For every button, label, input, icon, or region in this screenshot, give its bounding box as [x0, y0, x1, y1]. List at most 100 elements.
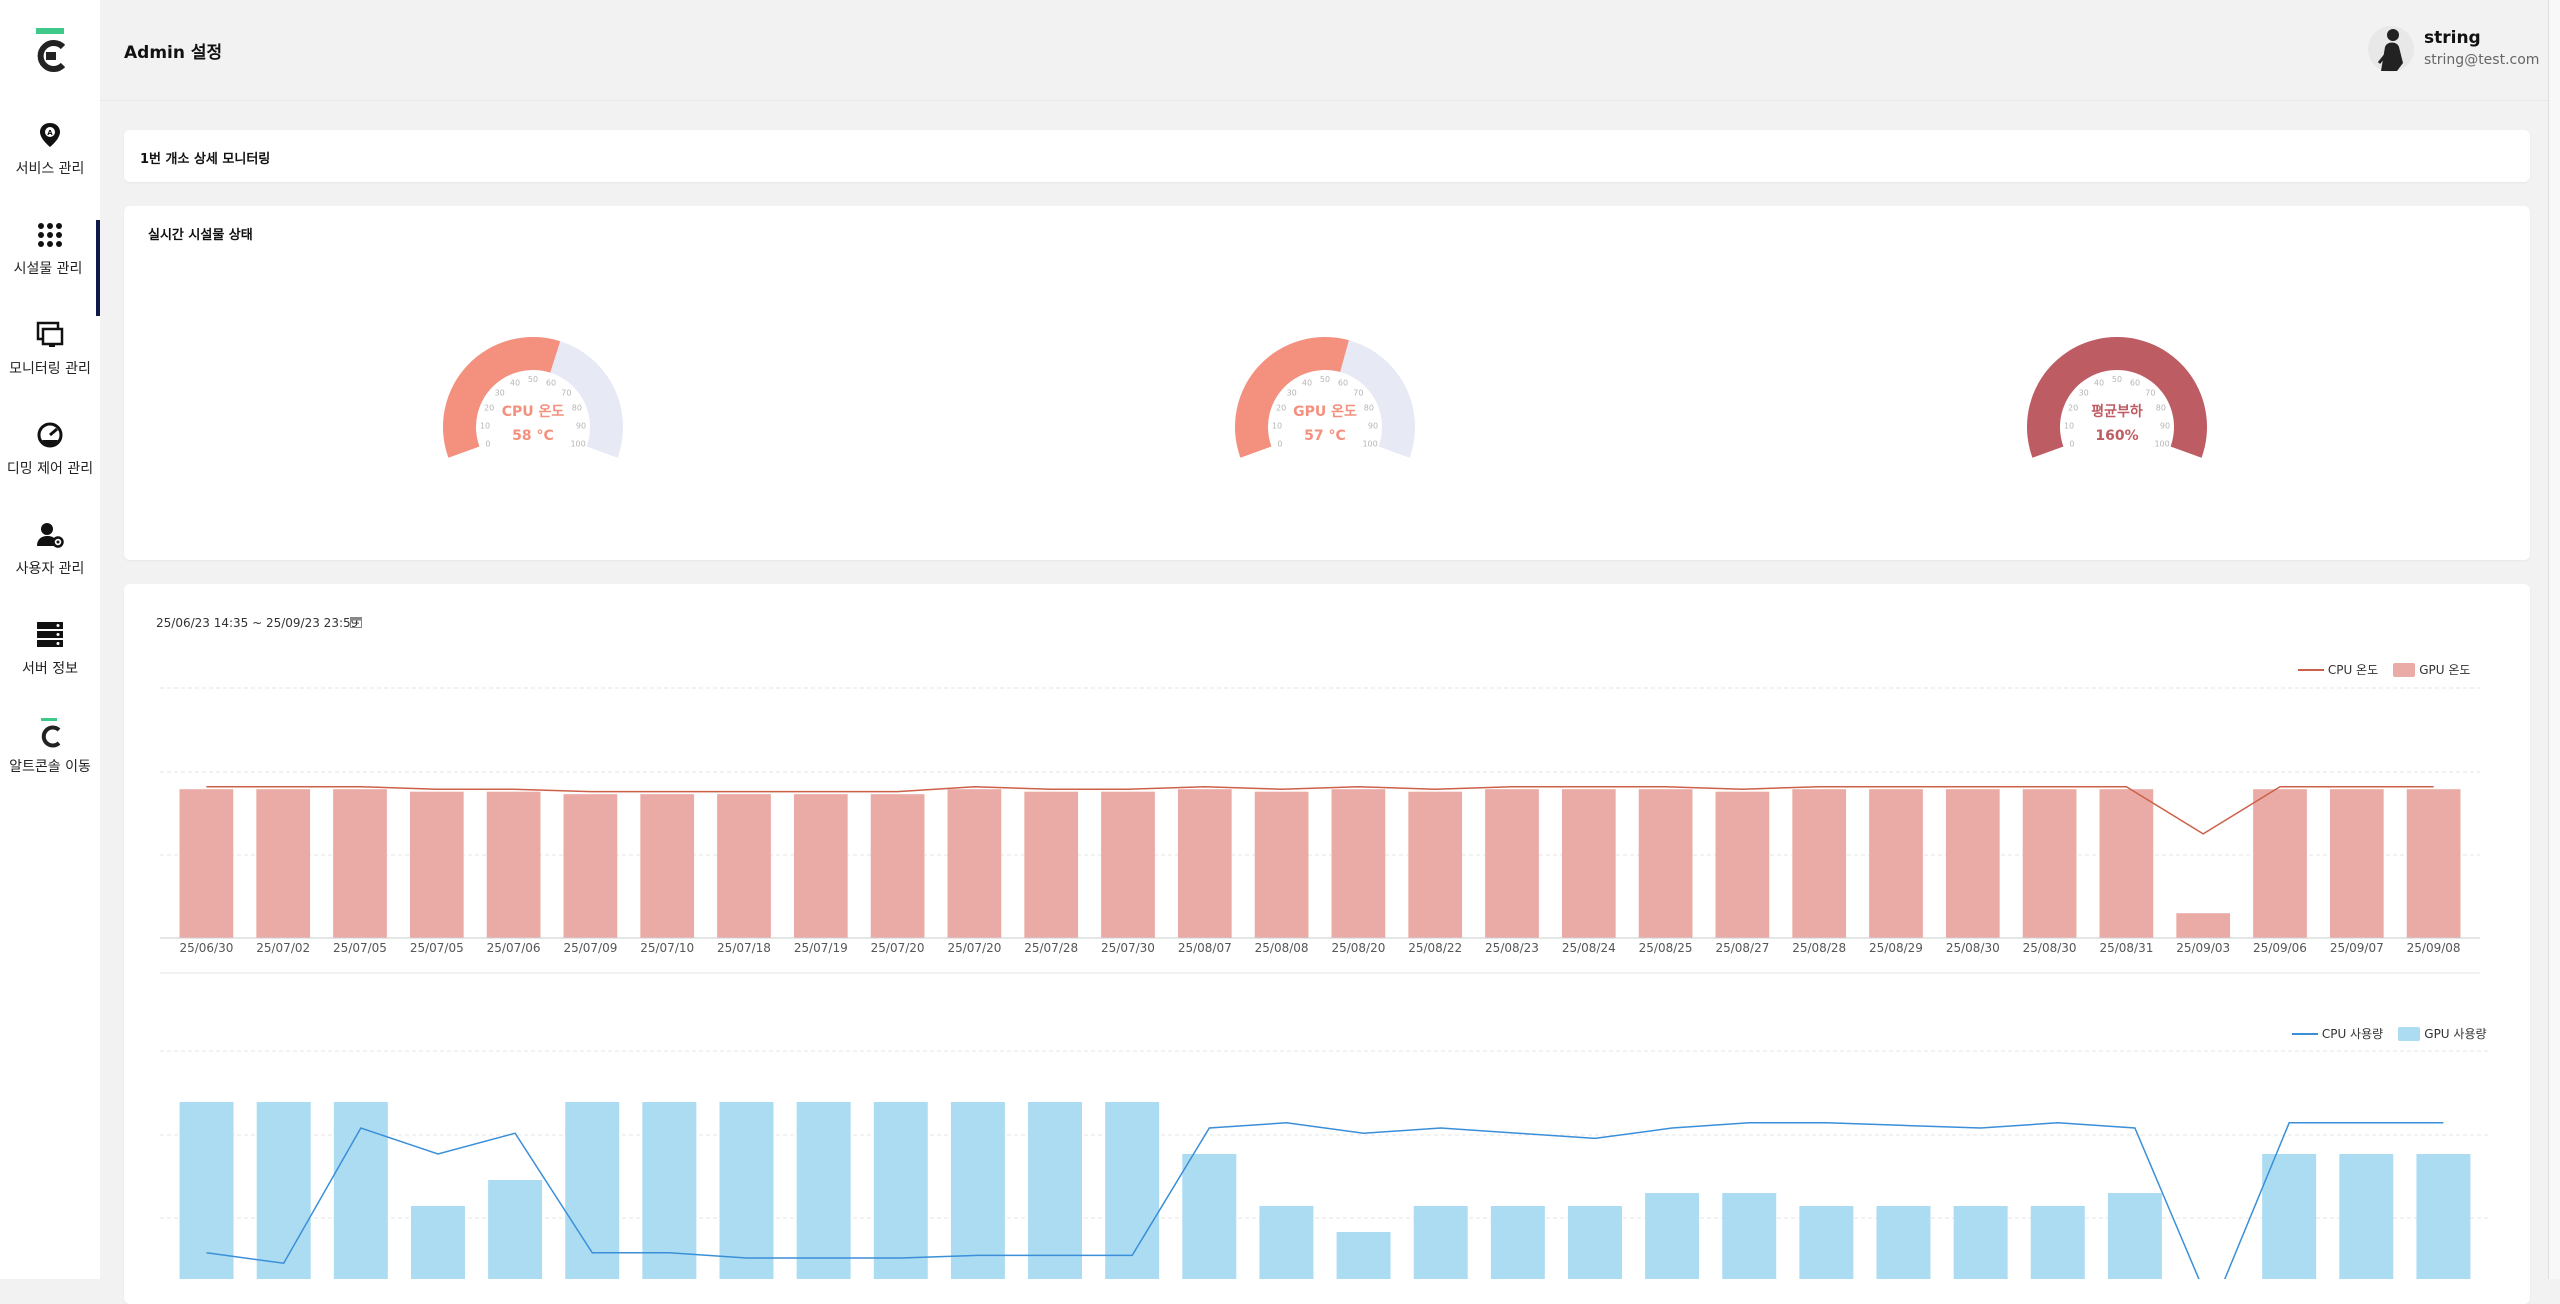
bar — [256, 1102, 311, 1279]
x-tick-label: 25/07/09 — [563, 941, 617, 955]
console-logo-icon — [41, 718, 61, 748]
gauge-tick-label: 100 — [1362, 439, 1377, 448]
x-tick-label: 25/08/31 — [2099, 941, 2153, 955]
gauge-tick-label: 60 — [546, 378, 556, 387]
x-tick-label: 25/08/22 — [1408, 941, 1462, 955]
sidebar-item-console[interactable]: 알트콘솔 이동 — [0, 718, 100, 814]
x-tick-label: 25/08/07 — [1178, 941, 1232, 955]
breadcrumb: 1번 개소 상세 모니터링 — [124, 130, 2530, 182]
x-tick-label: 25/08/30 — [2023, 941, 2077, 955]
x-tick-label: 25/09/06 — [2253, 941, 2307, 955]
bar — [1953, 1206, 2008, 1279]
x-tick-label: 25/07/05 — [333, 941, 387, 955]
sidebar-item-label: 알트콘솔 이동 — [9, 759, 91, 775]
bar — [1567, 1206, 1622, 1279]
avatar[interactable] — [2367, 23, 2415, 75]
gauge-tick-label: 20 — [1276, 403, 1286, 412]
x-tick-label: 25/07/05 — [410, 941, 464, 955]
sidebar: A 서비스 관리 시설물 관리 모니터링 관리 디밍 제어 관리 사용자 관리 … — [0, 0, 100, 1279]
gauge-tick-label: 70 — [1353, 388, 1363, 397]
app-logo-icon[interactable] — [30, 26, 70, 74]
bar — [1638, 789, 1693, 938]
bar — [1408, 791, 1463, 938]
sidebar-item-label: 시설물 관리 — [13, 261, 83, 277]
gauge-tick-label: 20 — [2068, 403, 2078, 412]
status-card-title: 실시간 시설물 상태 — [148, 228, 253, 243]
bar — [640, 794, 695, 938]
bar — [2022, 789, 2077, 938]
sidebar-item-users[interactable]: 사용자 관리 — [0, 520, 100, 616]
gauge-tick-label: 60 — [2130, 378, 2140, 387]
page-scrollbar[interactable] — [2548, 0, 2560, 1279]
svg-text:A: A — [47, 129, 53, 137]
x-tick-label: 25/08/20 — [1331, 941, 1385, 955]
x-tick-label: 25/07/28 — [1024, 941, 1078, 955]
bar — [1645, 1193, 1700, 1279]
calendar-icon[interactable] — [350, 616, 362, 628]
bar — [719, 1102, 774, 1279]
grid-dots-icon — [38, 223, 62, 247]
gauge-tick-label: 10 — [2064, 421, 2074, 430]
x-tick-label: 25/07/19 — [794, 941, 848, 955]
gauge-tick-label: 70 — [561, 388, 571, 397]
bar — [1945, 789, 2000, 938]
bar — [793, 794, 848, 938]
date-range[interactable]: 25/06/23 14:35 ~ 25/09/23 23:59 — [156, 616, 358, 630]
gauge-label: GPU 온도 — [1293, 404, 1357, 420]
bar — [333, 789, 387, 938]
x-tick-label: 25/08/24 — [1562, 941, 1616, 955]
gauge-tick-label: 30 — [495, 388, 505, 397]
legend-label: GPU 온도 — [2419, 663, 2471, 677]
bar — [1876, 1206, 1931, 1279]
cpu-temp-gauge: 010203040 50 60708090100CPU 온도58 °C — [443, 337, 623, 458]
x-tick-label: 25/08/28 — [1792, 941, 1846, 955]
legend-label: CPU 사용량 — [2321, 1027, 2384, 1041]
sidebar-item-server[interactable]: 서버 정보 — [0, 620, 100, 716]
gauge-tick-label: 10 — [1272, 421, 1282, 430]
bar — [1869, 789, 1923, 938]
bar — [1331, 789, 1386, 938]
bar — [179, 789, 234, 938]
legend-line-swatch — [2292, 1032, 2318, 1035]
gauge-value: 160% — [2095, 428, 2138, 444]
bar — [409, 791, 464, 938]
x-tick-label: 25/09/03 — [2176, 941, 2230, 955]
sidebar-item-label: 사용자 관리 — [15, 561, 85, 577]
bar — [1105, 1102, 1160, 1279]
x-tick-label: 25/07/20 — [871, 941, 925, 955]
bar — [1024, 791, 1079, 938]
bar — [1101, 791, 1155, 938]
x-tick-label: 25/08/25 — [1639, 941, 1693, 955]
sidebar-item-facility[interactable]: 시설물 관리 — [0, 220, 100, 316]
user-email: string@test.com — [2424, 52, 2540, 68]
location-pin-icon: A — [40, 123, 60, 147]
gauge-tick-label: 100 — [2154, 439, 2169, 448]
gauge-tick-label: 0 — [485, 439, 490, 448]
gauge-tick-label: 30 — [2079, 388, 2089, 397]
monitor-icon — [36, 321, 64, 347]
gauge-tick-label: 50 — [528, 375, 538, 384]
bar — [2253, 789, 2307, 938]
gauge-tick-label: 20 — [484, 403, 494, 412]
gauge-tick-label: 50 — [1320, 375, 1330, 384]
gauge-label: 평균부하 — [2091, 403, 2143, 420]
bar — [1799, 1206, 1854, 1279]
legend-bar-swatch — [2398, 1026, 2421, 1041]
sidebar-item-label: 서버 정보 — [22, 661, 78, 677]
gauge-tick-label: 30 — [1287, 388, 1297, 397]
section-title: 1번 개소 상세 모니터링 — [140, 152, 271, 167]
dimming-icon — [37, 422, 63, 448]
sidebar-item-dimming[interactable]: 디밍 제어 관리 — [0, 420, 100, 516]
bar — [486, 791, 541, 938]
bar — [873, 1102, 928, 1279]
page-title: Admin 설정 — [124, 43, 223, 63]
gauge-tick-label: 40 — [2094, 378, 2104, 387]
sidebar-item-service[interactable]: A 서비스 관리 — [0, 120, 100, 216]
x-tick-label: 25/07/10 — [640, 941, 694, 955]
sidebar-item-monitoring[interactable]: 모니터링 관리 — [0, 320, 100, 416]
bar — [563, 794, 618, 938]
gauge-tick-label: 90 — [2160, 421, 2170, 430]
x-tick-label: 25/08/27 — [1715, 941, 1769, 955]
bar — [1254, 791, 1309, 938]
avg-load-gauge: 010203040 50 60708090100평균부하160% — [2027, 337, 2207, 458]
